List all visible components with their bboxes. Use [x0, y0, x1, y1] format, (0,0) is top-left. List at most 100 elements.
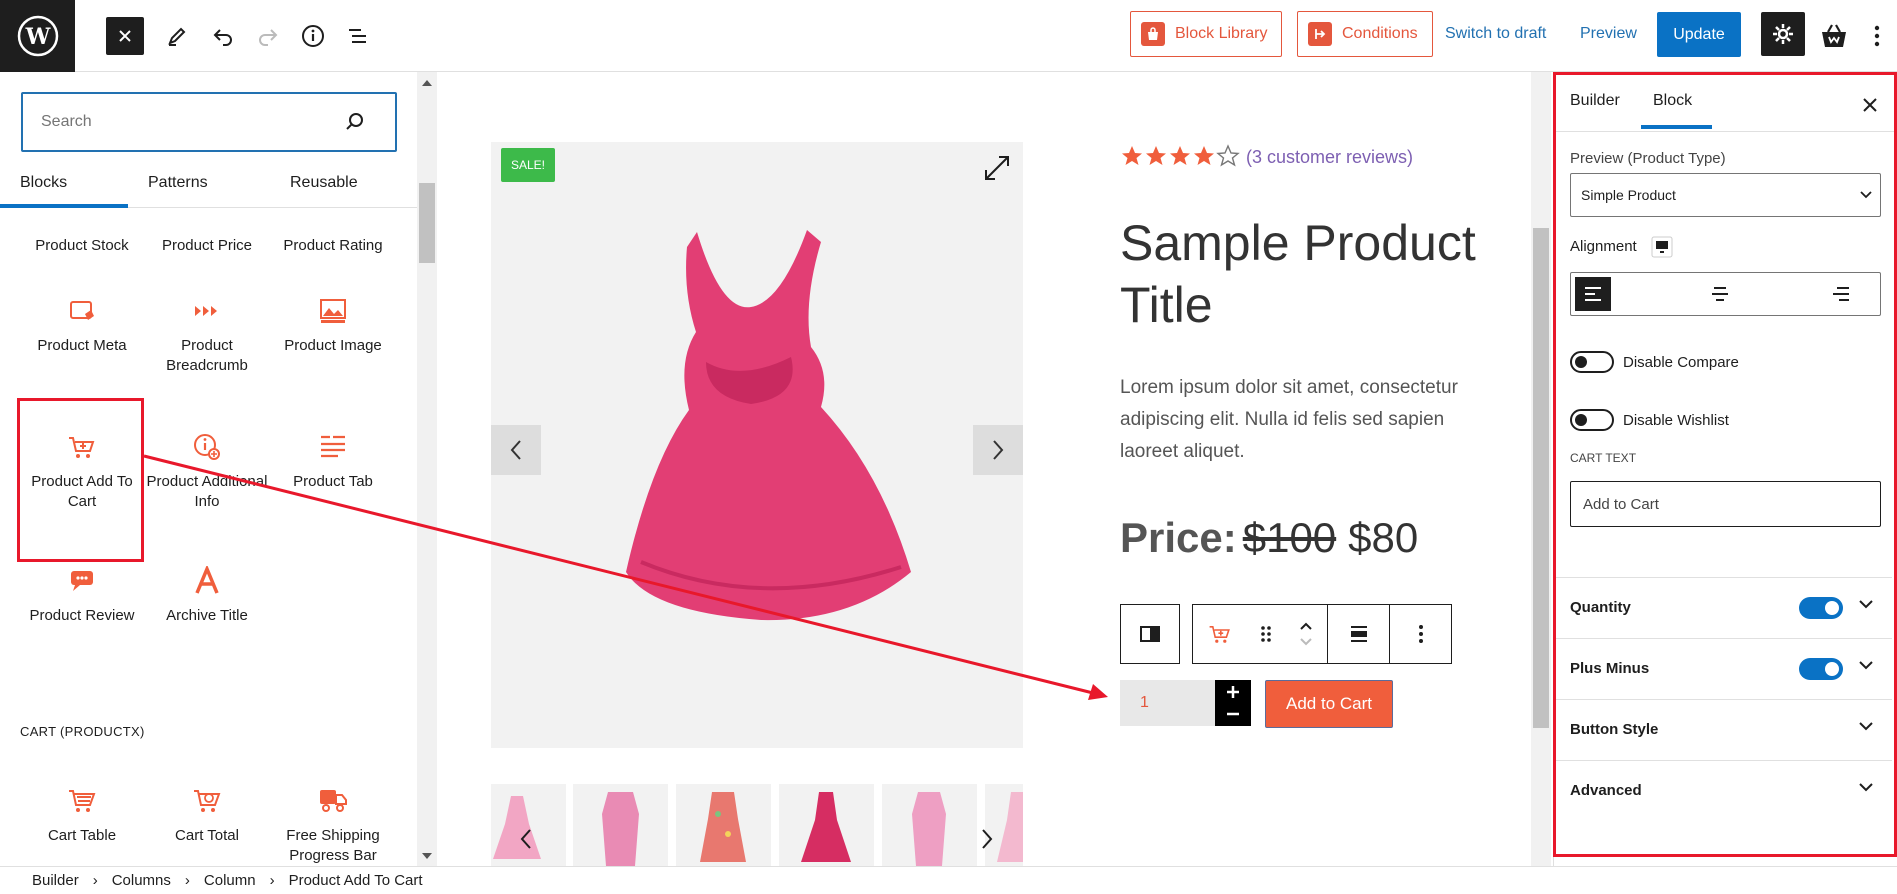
add-to-cart-block-icon[interactable]: [1206, 622, 1234, 646]
scroll-up-icon[interactable]: [421, 78, 433, 88]
thumbnail[interactable]: [676, 784, 771, 866]
info-icon[interactable]: [294, 17, 332, 55]
canvas-scrollbar-thumb[interactable]: [1533, 228, 1549, 728]
plus-icon[interactable]: [1227, 686, 1239, 698]
cart-table-icon: [69, 790, 96, 812]
tab-reusable[interactable]: Reusable: [290, 168, 358, 208]
thumbs-prev-icon[interactable]: [519, 828, 533, 850]
update-button[interactable]: Update: [1657, 12, 1741, 57]
breadcrumb-item[interactable]: Builder: [32, 872, 79, 889]
alignment-button[interactable]: [1328, 604, 1390, 664]
dress-image: [626, 230, 911, 621]
breadcrumb-item[interactable]: Columns: [112, 872, 171, 889]
scroll-down-icon[interactable]: [421, 851, 433, 861]
gallery-next-button[interactable]: [973, 425, 1023, 475]
sidebar-highlight: [1553, 72, 1897, 857]
tab-patterns[interactable]: Patterns: [148, 168, 208, 208]
block-archive-title[interactable]: Archive Title: [145, 566, 269, 626]
chevron-right-icon: [993, 440, 1004, 460]
block-cart-table[interactable]: Cart Table: [20, 786, 144, 846]
image-icon: [320, 299, 346, 323]
expand-icon[interactable]: [983, 154, 1011, 182]
align-icon: [1350, 626, 1367, 642]
switch-to-draft-button[interactable]: Switch to draft: [1445, 25, 1546, 43]
product-description: Lorem ipsum dolor sit amet, consectetur …: [1120, 377, 1458, 462]
list-view-icon[interactable]: [339, 17, 377, 55]
product-rating: (3 customer reviews): [1120, 144, 1413, 170]
block-product-additional-info[interactable]: Product Additional Info: [145, 432, 269, 512]
thumbnail[interactable]: [491, 784, 566, 866]
search-input[interactable]: Search: [21, 92, 397, 152]
block-product-meta[interactable]: Product Meta: [20, 296, 144, 356]
undo-icon[interactable]: [204, 17, 242, 55]
block-product-review[interactable]: Product Review: [20, 566, 144, 626]
block-product-stock[interactable]: Product Stock: [20, 236, 144, 256]
block-type-button[interactable]: [1120, 604, 1180, 664]
block-inserter-panel: Search Blocks Patterns Reusable Product …: [0, 72, 420, 866]
inserter-scrollbar-thumb[interactable]: [419, 183, 435, 263]
new-price: $80: [1348, 514, 1419, 561]
old-price: $100: [1242, 514, 1337, 561]
preview-button[interactable]: Preview: [1580, 25, 1637, 43]
chevron-left-icon: [510, 440, 521, 460]
block-label: Cart Total: [175, 827, 239, 844]
price-label: Price:: [1120, 514, 1237, 561]
block-label: Product Image: [284, 337, 382, 354]
block-label: Product Rating: [283, 237, 383, 254]
meta-icon: [70, 301, 94, 320]
cart-total-icon: [194, 790, 221, 812]
block-label: Product Price: [161, 237, 253, 254]
free-shipping-icon: [320, 790, 347, 812]
block-free-shipping-progress-bar[interactable]: Free Shipping Progress Bar: [271, 786, 395, 866]
thumbs-next-icon[interactable]: [980, 828, 994, 850]
thumbnail[interactable]: [882, 784, 977, 866]
chevron-right-icon: ›: [184, 872, 190, 889]
block-product-breadcrumb[interactable]: Product Breadcrumb: [145, 296, 269, 376]
block-product-image[interactable]: Product Image: [271, 296, 395, 356]
block-product-tab[interactable]: Product Tab: [271, 432, 395, 492]
close-inserter-button[interactable]: [106, 17, 144, 55]
block-product-rating[interactable]: Product Rating: [271, 236, 395, 256]
columns-icon: [1140, 626, 1160, 642]
block-cart-total[interactable]: Cart Total: [145, 786, 269, 846]
breadcrumb-icon: [195, 306, 217, 316]
thumbnail[interactable]: [985, 784, 1023, 866]
add-to-cart-button[interactable]: Add to Cart: [1265, 680, 1393, 728]
drag-handle-icon[interactable]: [1259, 624, 1273, 644]
move-up-down-icon[interactable]: [1298, 619, 1314, 649]
breadcrumb: Builder › Columns › Column › Product Add…: [0, 866, 1897, 894]
conditions-button[interactable]: Conditions: [1297, 11, 1433, 57]
breadcrumb-item: Product Add To Cart: [288, 872, 423, 889]
inserter-tabs: Blocks Patterns Reusable: [0, 168, 419, 208]
rating-stars-icon: [1122, 144, 1240, 167]
tab-icon: [321, 435, 345, 458]
breadcrumb-item[interactable]: Column: [204, 872, 256, 889]
quantity-input[interactable]: 1: [1120, 680, 1215, 726]
reviews-link[interactable]: (3 customer reviews): [1246, 147, 1413, 168]
block-options-button[interactable]: [1390, 604, 1452, 664]
block-label: Product Tab: [293, 473, 373, 490]
block-mover-group: [1192, 604, 1328, 664]
chevron-right-icon: ›: [269, 872, 275, 889]
more-options-icon[interactable]: [1858, 17, 1896, 55]
product-price: Price: $100 $80: [1120, 514, 1418, 562]
block-label: Product Breadcrumb: [166, 337, 248, 374]
block-toolbar: [1120, 604, 1452, 664]
edit-pencil-icon[interactable]: [158, 17, 196, 55]
wordpress-logo-icon[interactable]: W: [0, 0, 75, 72]
chevron-right-icon: ›: [92, 872, 98, 889]
block-product-price[interactable]: Product Price: [145, 236, 269, 256]
tab-blocks[interactable]: Blocks: [0, 168, 128, 208]
top-toolbar: W Block Library Conditions Switch to dra…: [0, 0, 1897, 72]
block-library-button[interactable]: Block Library: [1130, 11, 1283, 57]
thumbnail[interactable]: [779, 784, 874, 866]
quantity-stepper: [1215, 680, 1251, 726]
block-library-icon: [1141, 22, 1165, 46]
thumbnail[interactable]: [573, 784, 668, 866]
product-title: Sample Product Title: [1120, 215, 1476, 333]
redo-icon[interactable]: [249, 17, 287, 55]
settings-gear-icon[interactable]: [1761, 12, 1805, 56]
woocommerce-basket-icon[interactable]: [1815, 17, 1853, 55]
gallery-prev-button[interactable]: [491, 425, 541, 475]
block-label: Product Review: [29, 607, 135, 624]
